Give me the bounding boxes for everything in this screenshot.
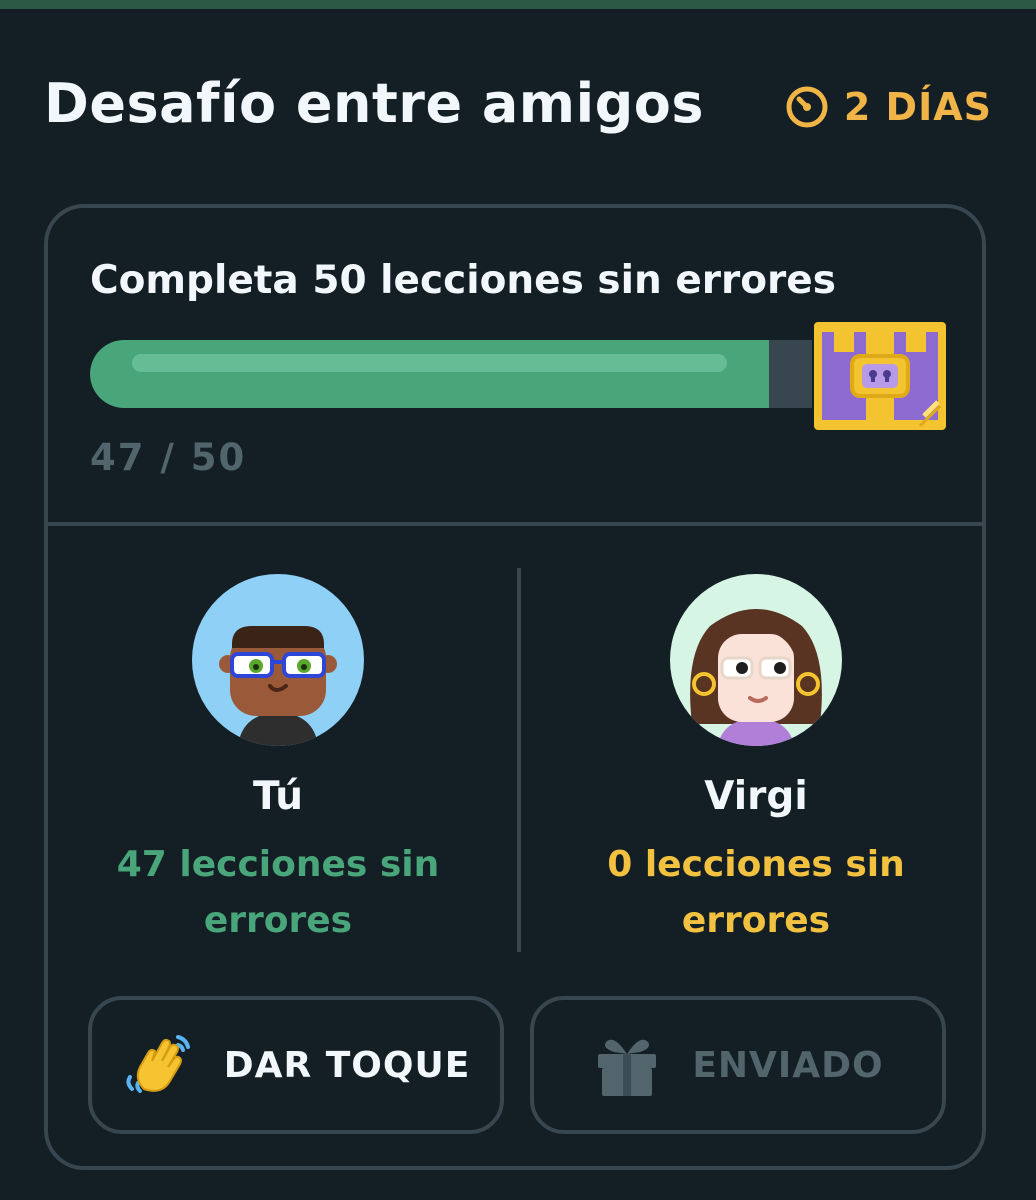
page-title: Desafío entre amigos	[44, 72, 704, 135]
sent-button-label: ENVIADO	[692, 1044, 884, 1086]
progress-count: 47 / 50	[90, 436, 247, 479]
player-stat-you-line2: errores	[203, 900, 353, 941]
player-you: Tú 47 lecciones sin errores	[68, 574, 488, 949]
progress-bar-fill	[90, 340, 769, 408]
player-stat-friend-line1: 0 lecciones sin	[607, 844, 905, 885]
avatar-you-image	[192, 574, 364, 746]
avatar-friend[interactable]	[670, 574, 842, 746]
nudge-button[interactable]: DAR TOQUE	[88, 996, 504, 1134]
progress-bar-shine	[132, 354, 727, 372]
section-divider	[48, 522, 982, 526]
player-friend: Virgi 0 lecciones sin errores	[546, 574, 966, 949]
player-name-you: Tú	[252, 774, 304, 819]
player-name-friend: Virgi	[704, 774, 808, 819]
player-stat-you: 47 lecciones sin errores	[68, 837, 488, 949]
clock-icon	[786, 86, 828, 128]
player-stat-you-line1: 47 lecciones sin	[116, 844, 440, 885]
avatar-friend-image	[670, 574, 842, 746]
top-accent-bar	[0, 0, 1036, 9]
treasure-chest-icon	[814, 322, 946, 430]
challenge-goal: Completa 50 lecciones sin errores	[90, 258, 836, 303]
sent-gift-button[interactable]: ENVIADO	[530, 996, 946, 1134]
time-remaining: 2 DÍAS	[784, 84, 992, 130]
nudge-button-label: DAR TOQUE	[223, 1044, 471, 1086]
player-stat-friend-line2: errores	[681, 900, 831, 941]
gift-icon	[598, 1039, 657, 1096]
progress-bar	[90, 340, 812, 408]
avatar-you[interactable]	[192, 574, 364, 746]
players-divider	[517, 568, 521, 952]
waving-hand-icon	[126, 1035, 190, 1093]
challenge-card: Completa 50 lecciones sin errores 47 / 5…	[44, 204, 986, 1170]
player-stat-friend: 0 lecciones sin errores	[546, 837, 966, 949]
timer-label: 2 DÍAS	[843, 85, 992, 129]
